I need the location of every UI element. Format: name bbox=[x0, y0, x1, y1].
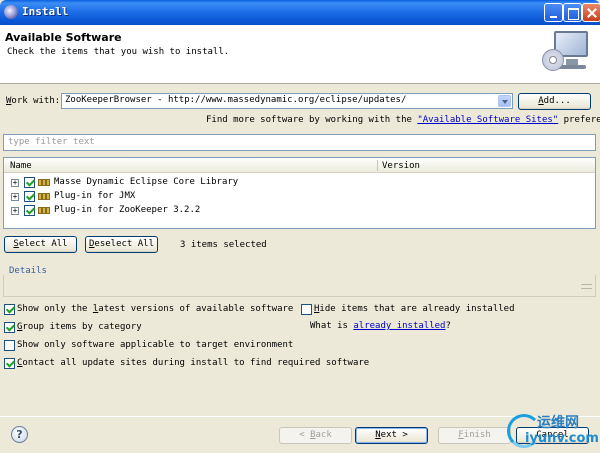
help-icon[interactable]: ? bbox=[11, 426, 28, 443]
work-with-label: Work with: bbox=[6, 96, 61, 106]
install-monitor-icon bbox=[540, 29, 592, 79]
window-titlebar[interactable]: Install bbox=[0, 0, 600, 25]
feature-icon bbox=[38, 179, 52, 187]
wizard-header: Available Software Check the items that … bbox=[0, 25, 600, 84]
next-button[interactable]: Next > bbox=[355, 427, 428, 444]
software-tree[interactable]: Name Version + Masse Dynamic Eclipse Cor… bbox=[3, 157, 596, 229]
tree-row-checkbox[interactable] bbox=[24, 177, 35, 188]
latest-versions-label: Show only the latest versions of availab… bbox=[17, 304, 294, 314]
close-button[interactable] bbox=[582, 3, 600, 22]
tree-row-label: Masse Dynamic Eclipse Core Library bbox=[54, 177, 239, 187]
hide-installed-checkbox[interactable] bbox=[301, 304, 312, 315]
site-watermark: 运维网 iyunv.com bbox=[505, 408, 600, 453]
add-site-button[interactable]: Add... bbox=[518, 93, 591, 110]
minimize-button[interactable] bbox=[544, 3, 563, 22]
back-button[interactable]: < Back bbox=[279, 427, 352, 444]
tree-row-label: Plug-in for ZooKeeper 3.2.2 bbox=[54, 205, 201, 215]
tree-row-checkbox[interactable] bbox=[24, 191, 35, 202]
expand-icon[interactable]: + bbox=[11, 207, 19, 215]
eclipse-icon bbox=[4, 5, 18, 19]
finish-button[interactable]: Finish bbox=[438, 427, 511, 444]
tree-header: Name Version bbox=[4, 158, 595, 173]
select-all-button[interactable]: Select All bbox=[4, 236, 77, 253]
more-software-text: Find more software by working with the "… bbox=[206, 115, 600, 125]
resize-grip-icon[interactable] bbox=[581, 279, 592, 293]
filter-input[interactable]: type filter text bbox=[3, 134, 596, 151]
page-title: Available Software bbox=[5, 31, 122, 44]
tree-row[interactable]: + Plug-in for JMX bbox=[4, 190, 595, 204]
latest-versions-checkbox[interactable] bbox=[4, 304, 15, 315]
available-software-sites-link[interactable]: "Available Software Sites" bbox=[417, 115, 558, 125]
already-installed-link[interactable]: already installed bbox=[353, 321, 445, 331]
target-environment-checkbox[interactable] bbox=[4, 340, 15, 351]
tree-row-checkbox[interactable] bbox=[24, 205, 35, 216]
feature-icon bbox=[38, 193, 52, 201]
window-title: Install bbox=[22, 5, 69, 18]
expand-icon[interactable]: + bbox=[11, 179, 19, 187]
cd-icon bbox=[542, 49, 564, 71]
feature-icon bbox=[38, 207, 52, 215]
tree-row[interactable]: + Masse Dynamic Eclipse Core Library bbox=[4, 176, 595, 190]
hide-installed-label: Hide items that are already installed bbox=[314, 304, 515, 314]
target-environment-label: Show only software applicable to target … bbox=[17, 340, 294, 350]
tree-row-label: Plug-in for JMX bbox=[54, 191, 136, 201]
tree-row[interactable]: + Plug-in for ZooKeeper 3.2.2 bbox=[4, 204, 595, 218]
contact-sites-label: Contact all update sites during install … bbox=[17, 358, 370, 368]
chevron-down-icon[interactable] bbox=[498, 95, 511, 107]
group-by-category-label: Group items by category bbox=[17, 322, 142, 332]
details-panel bbox=[3, 275, 596, 297]
column-name[interactable]: Name bbox=[10, 161, 32, 171]
what-is-installed-text: What is already installed? bbox=[310, 321, 451, 331]
maximize-button[interactable] bbox=[563, 3, 582, 22]
contact-sites-checkbox[interactable] bbox=[4, 358, 15, 369]
selection-status: 3 items selected bbox=[180, 240, 267, 250]
watermark-url-text: iyunv.com bbox=[525, 431, 599, 446]
work-with-value: ZooKeeperBrowser - http://www.massedynam… bbox=[65, 95, 407, 105]
group-by-category-checkbox[interactable] bbox=[4, 322, 15, 333]
deselect-all-button[interactable]: Deselect All bbox=[85, 236, 158, 253]
expand-icon[interactable]: + bbox=[11, 193, 19, 201]
watermark-chinese-text: 运维网 bbox=[537, 415, 579, 431]
page-subtitle: Check the items that you wish to install… bbox=[7, 47, 230, 57]
work-with-combo[interactable]: ZooKeeperBrowser - http://www.massedynam… bbox=[61, 93, 513, 109]
column-version[interactable]: Version bbox=[382, 161, 420, 171]
